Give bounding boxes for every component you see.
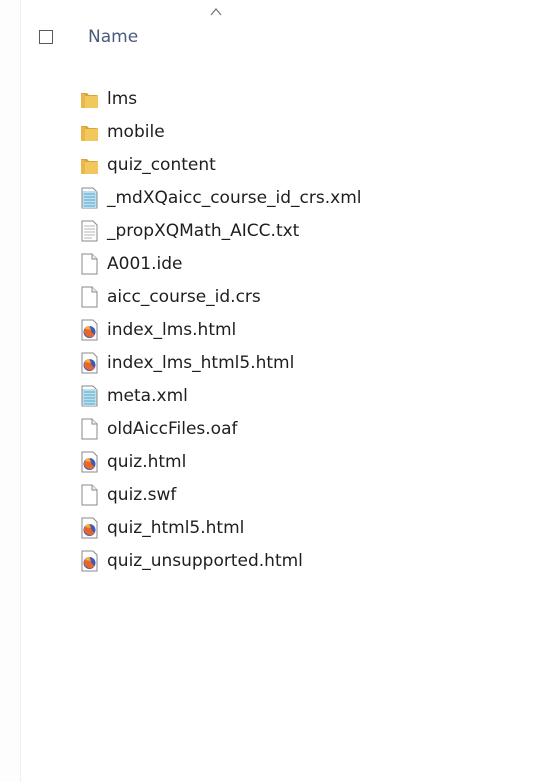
list-item[interactable]: _propXQMath_AICC.txt bbox=[80, 214, 520, 247]
file-list: lms mobile quiz_content _mdXQaicc_course… bbox=[80, 82, 520, 577]
blank-file-icon bbox=[80, 253, 99, 275]
folder-icon bbox=[80, 121, 99, 143]
list-item[interactable]: meta.xml bbox=[80, 379, 520, 412]
file-name: _propXQMath_AICC.txt bbox=[107, 220, 300, 241]
list-item[interactable]: lms bbox=[80, 82, 520, 115]
list-item[interactable]: _mdXQaicc_course_id_crs.xml bbox=[80, 181, 520, 214]
file-name: quiz.html bbox=[107, 451, 187, 472]
folder-icon bbox=[80, 88, 99, 110]
list-item[interactable]: quiz_content bbox=[80, 148, 520, 181]
firefox-html-file-icon bbox=[80, 550, 99, 572]
xml-file-icon bbox=[80, 187, 99, 209]
file-name: mobile bbox=[107, 121, 165, 142]
column-header-row: Name bbox=[22, 0, 539, 74]
list-item[interactable]: A001.ide bbox=[80, 247, 520, 280]
file-name: _mdXQaicc_course_id_crs.xml bbox=[107, 187, 362, 208]
firefox-html-file-icon bbox=[80, 352, 99, 374]
list-item[interactable]: aicc_course_id.crs bbox=[80, 280, 520, 313]
firefox-html-file-icon bbox=[80, 319, 99, 341]
sort-ascending-icon bbox=[210, 8, 222, 16]
file-name: meta.xml bbox=[107, 385, 188, 406]
list-item[interactable]: mobile bbox=[80, 115, 520, 148]
file-name: lms bbox=[107, 88, 138, 109]
file-name: quiz.swf bbox=[107, 484, 177, 505]
blank-file-icon bbox=[80, 286, 99, 308]
file-name: quiz_html5.html bbox=[107, 517, 245, 538]
list-item[interactable]: quiz_html5.html bbox=[80, 511, 520, 544]
file-name: oldAiccFiles.oaf bbox=[107, 418, 238, 439]
file-name: index_lms_html5.html bbox=[107, 352, 295, 373]
xml-file-icon bbox=[80, 385, 99, 407]
file-name: aicc_course_id.crs bbox=[107, 286, 261, 307]
file-name: A001.ide bbox=[107, 253, 183, 274]
blank-file-icon bbox=[80, 484, 99, 506]
navigation-edge bbox=[0, 0, 21, 782]
firefox-html-file-icon bbox=[80, 451, 99, 473]
file-name: quiz_unsupported.html bbox=[107, 550, 303, 571]
file-name: quiz_content bbox=[107, 154, 216, 175]
file-explorer-pane: Name lms mobile quiz_content _mdXQaicc_c… bbox=[0, 0, 539, 782]
list-item[interactable]: oldAiccFiles.oaf bbox=[80, 412, 520, 445]
select-all-checkbox[interactable] bbox=[39, 30, 53, 44]
list-item[interactable]: index_lms.html bbox=[80, 313, 520, 346]
firefox-html-file-icon bbox=[80, 517, 99, 539]
list-item[interactable]: quiz.html bbox=[80, 445, 520, 478]
folder-icon bbox=[80, 154, 99, 176]
name-column-header[interactable]: Name bbox=[88, 27, 138, 47]
list-item[interactable]: quiz.swf bbox=[80, 478, 520, 511]
list-item[interactable]: index_lms_html5.html bbox=[80, 346, 520, 379]
blank-file-icon bbox=[80, 418, 99, 440]
file-name: index_lms.html bbox=[107, 319, 237, 340]
list-item[interactable]: quiz_unsupported.html bbox=[80, 544, 520, 577]
text-file-icon bbox=[80, 220, 99, 242]
